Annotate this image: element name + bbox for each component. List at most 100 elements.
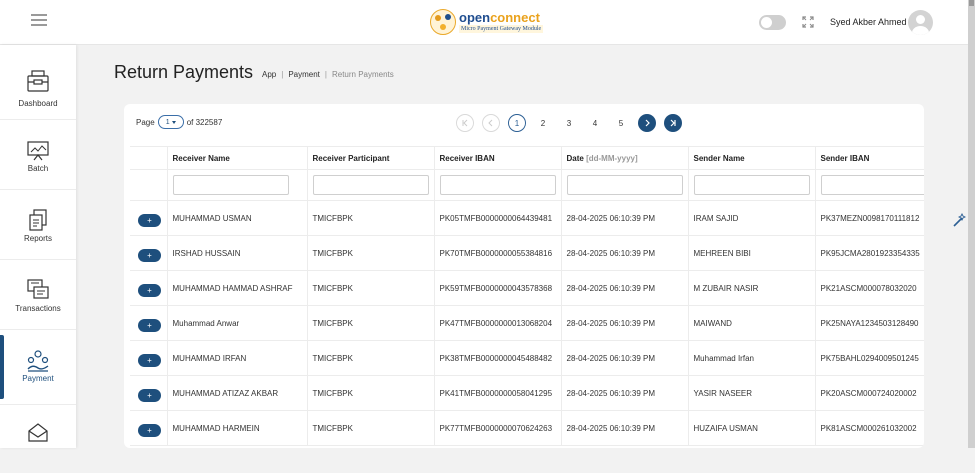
cell-receiver-participant: TMICFBPK xyxy=(307,270,435,306)
column-header-receiver-iban[interactable]: Receiver IBAN xyxy=(434,146,562,170)
page-button-4[interactable]: 4 xyxy=(586,114,604,132)
cell-receiver-participant: TMICFBPK xyxy=(307,235,435,271)
user-name[interactable]: Syed Akber Ahmed xyxy=(830,17,907,27)
fullscreen-icon[interactable] xyxy=(802,16,814,28)
table-header-row: Receiver Name Receiver Participant Recei… xyxy=(130,146,924,170)
sidebar-item-label: Dashboard xyxy=(18,99,58,108)
avatar[interactable] xyxy=(908,10,933,35)
column-header-receiver-name[interactable]: Receiver Name xyxy=(167,146,308,170)
cell-receiver-name: MUHAMMAD IRFAN xyxy=(167,340,308,376)
table-row: + Muhammad Anwar TMICFBPK PK47TMFB000000… xyxy=(130,305,924,341)
add-button[interactable]: + xyxy=(138,423,161,437)
table-row: + MUHAMMAD IRFAN TMICFBPK PK38TMFB000000… xyxy=(130,340,924,376)
filter-date-input[interactable] xyxy=(566,175,683,195)
logo-mark-icon xyxy=(430,9,456,35)
column-header-sender-iban[interactable]: Sender IBAN xyxy=(815,146,924,170)
table-row: + MUHAMMAD USMAN TMICFBPK PK05TMFB000000… xyxy=(130,200,924,236)
add-button[interactable]: + xyxy=(138,213,161,227)
return-payments-card: Page 1 of 322587 1 2 3 4 5 Receiver Name… xyxy=(124,104,924,448)
hamburger-menu-icon[interactable] xyxy=(31,14,47,28)
cell-sender-iban: PK20ASCM000724020002 xyxy=(815,375,924,411)
filter-sender-iban-input[interactable] xyxy=(820,175,924,195)
cell-sender-name: YASIR NASEER xyxy=(688,375,816,411)
top-header: openconnect Micro Payment Gateway Module… xyxy=(0,0,968,45)
theme-toggle[interactable] xyxy=(759,15,786,30)
cell-receiver-iban: PK77TMFB0000000070624263 xyxy=(434,410,562,446)
cell-receiver-name: IRSHAD HUSSAIN xyxy=(167,235,308,271)
cell-receiver-iban: PK41TMFB0000000058041295 xyxy=(434,375,562,411)
table-row: + MUHAMMAD HAMMAD ASHRAF TMICFBPK PK59TM… xyxy=(130,270,924,306)
add-button[interactable]: + xyxy=(138,353,161,367)
sidebar-item-transactions[interactable]: Transactions xyxy=(0,260,76,330)
return-payments-table: Receiver Name Receiver Participant Recei… xyxy=(130,146,924,446)
total-pages: of 322587 xyxy=(186,117,223,127)
add-button[interactable]: + xyxy=(138,248,161,262)
cell-sender-iban: PK25NAYA1234503128490 xyxy=(815,305,924,341)
add-button[interactable]: + xyxy=(138,283,161,297)
magic-wand-icon[interactable] xyxy=(952,212,967,233)
payment-icon xyxy=(27,350,49,372)
sidebar-item-inbox[interactable] xyxy=(0,403,76,473)
column-header-sender-name[interactable]: Sender Name xyxy=(688,146,816,170)
sidebar: Dashboard Batch Reports Transactions Pay… xyxy=(0,45,76,448)
sidebar-item-batch[interactable]: Batch xyxy=(0,120,76,190)
filter-receiver-name-input[interactable] xyxy=(172,175,289,195)
page-button-2[interactable]: 2 xyxy=(534,114,552,132)
next-page-button[interactable] xyxy=(638,114,656,132)
page-label: Page xyxy=(136,117,155,127)
cell-receiver-iban: PK47TMFB0000000013068204 xyxy=(434,305,562,341)
batch-icon xyxy=(27,141,49,161)
cell-sender-iban: PK81ASCM000261032002 xyxy=(815,410,924,446)
sidebar-item-reports[interactable]: Reports xyxy=(0,190,76,260)
breadcrumb-payment[interactable]: Payment xyxy=(288,70,320,79)
openconnect-logo[interactable]: openconnect Micro Payment Gateway Module xyxy=(430,7,544,37)
filter-cell-actions xyxy=(130,169,168,201)
page-select[interactable]: 1 xyxy=(157,115,184,129)
cell-receiver-iban: PK59TMFB0000000043578368 xyxy=(434,270,562,306)
reports-icon xyxy=(29,209,47,231)
sidebar-item-label: Transactions xyxy=(15,304,61,313)
filter-sender-name-input[interactable] xyxy=(693,175,810,195)
page-info: Page 1 of 322587 xyxy=(136,115,222,129)
column-header-actions xyxy=(130,146,168,170)
table-row: + IRSHAD HUSSAIN TMICFBPK PK70TMFB000000… xyxy=(130,235,924,271)
sidebar-item-payment[interactable]: Payment xyxy=(0,335,76,405)
last-page-button[interactable] xyxy=(664,114,682,132)
cell-receiver-iban: PK70TMFB0000000055384816 xyxy=(434,235,562,271)
transactions-icon xyxy=(27,279,49,299)
cell-sender-name: M ZUBAIR NASIR xyxy=(688,270,816,306)
add-button[interactable]: + xyxy=(138,388,161,402)
column-header-receiver-participant[interactable]: Receiver Participant xyxy=(307,146,435,170)
filter-receiver-iban-input[interactable] xyxy=(439,175,556,195)
column-header-date[interactable]: Date [dd-MM-yyyy] xyxy=(561,146,689,170)
sidebar-item-label: Batch xyxy=(27,164,49,173)
page-button-1[interactable]: 1 xyxy=(508,114,526,132)
cell-receiver-participant: TMICFBPK xyxy=(307,375,435,411)
prev-page-button[interactable] xyxy=(482,114,500,132)
sidebar-item-label: Payment xyxy=(22,374,54,383)
page-button-3[interactable]: 3 xyxy=(560,114,578,132)
inbox-icon xyxy=(28,423,48,442)
cell-sender-name: MAIWAND xyxy=(688,305,816,341)
cell-receiver-iban: PK05TMFB0000000064439481 xyxy=(434,200,562,236)
date-format-hint: [dd-MM-yyyy] xyxy=(586,153,638,163)
filter-receiver-participant-input[interactable] xyxy=(312,175,429,195)
add-button[interactable]: + xyxy=(138,318,161,332)
cell-receiver-participant: TMICFBPK xyxy=(307,340,435,376)
page-scrollbar[interactable] xyxy=(968,0,975,448)
breadcrumb: App | Payment | Return Payments xyxy=(262,70,394,79)
table-row: + MUHAMMAD HARMEIN TMICFBPK PK77TMFB0000… xyxy=(130,410,924,446)
breadcrumb-app[interactable]: App xyxy=(262,70,276,79)
cell-sender-name: IRAM SAJID xyxy=(688,200,816,236)
cell-date: 28-04-2025 06:10:39 PM xyxy=(561,340,689,376)
page-button-5[interactable]: 5 xyxy=(612,114,630,132)
cell-receiver-name: MUHAMMAD USMAN xyxy=(167,200,308,236)
cell-sender-iban: PK21ASCM000078032020 xyxy=(815,270,924,306)
pagination: 1 2 3 4 5 xyxy=(456,114,690,132)
sidebar-item-dashboard[interactable]: Dashboard xyxy=(0,50,76,120)
logo-wordmark: openconnect xyxy=(459,10,540,25)
sidebar-item-label: Reports xyxy=(23,234,52,243)
cell-receiver-name: MUHAMMAD HARMEIN xyxy=(167,410,308,446)
breadcrumb-current: Return Payments xyxy=(331,70,394,79)
first-page-button[interactable] xyxy=(456,114,474,132)
